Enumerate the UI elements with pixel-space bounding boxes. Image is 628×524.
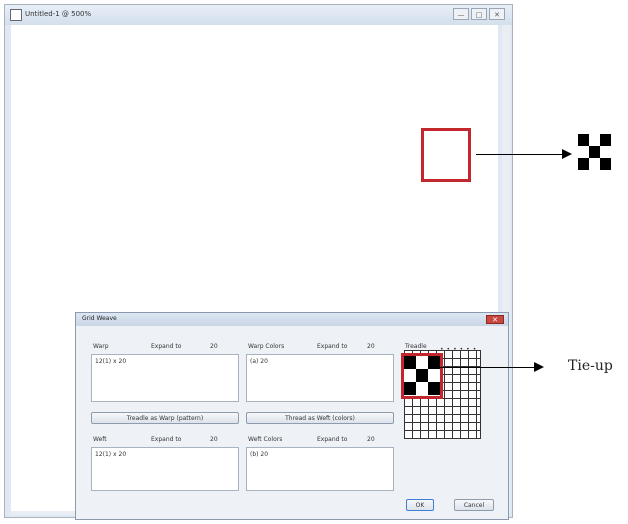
warp-expand-label: Expand to [151, 343, 182, 350]
weft-colors-expand-label: Expand to [317, 436, 348, 443]
tie-up-highlight [401, 353, 443, 399]
warp-colors-label: Warp Colors [248, 343, 285, 350]
pattern-highlight [421, 128, 471, 182]
tie-up-arrow-head-icon [534, 362, 544, 372]
tie-up-arrow-line [440, 367, 536, 368]
minimize-button[interactable]: — [453, 8, 469, 20]
dialog-title: Grid Weave [82, 315, 117, 322]
dialog-titlebar[interactable]: Grid Weave ✕ [76, 313, 508, 326]
treadle-as-warp-button[interactable]: Treadle as Warp (pattern) [91, 412, 239, 424]
document-icon [10, 9, 22, 21]
weft-colors-label: Weft Colors [248, 436, 283, 443]
warp-colors-expand-label: Expand to [317, 343, 348, 350]
tie-up-callout: Tie-up [568, 358, 613, 374]
zoomed-pattern [578, 134, 611, 170]
weft-expand-value[interactable]: 20 [210, 436, 218, 443]
weft-field[interactable]: 12(1) x 20 [91, 447, 239, 491]
dialog-close-button[interactable]: ✕ [486, 315, 504, 324]
warp-colors-value: (a) 20 [250, 358, 268, 365]
arrow-head-icon [562, 149, 572, 159]
thread-as-weft-button[interactable]: Thread as Weft (colors) [246, 412, 394, 424]
grid-top-markers: •••••• [440, 346, 480, 353]
weft-colors-expand-value[interactable]: 20 [367, 436, 375, 443]
ok-button[interactable]: OK [406, 499, 434, 511]
warp-value: 12(1) x 20 [95, 358, 127, 365]
warp-colors-expand-value[interactable]: 20 [367, 343, 375, 350]
weft-colors-field[interactable]: (b) 20 [246, 447, 394, 491]
window-titlebar[interactable]: Untitled-1 @ 500% — □ ✕ [5, 5, 512, 25]
weft-label: Weft [93, 436, 107, 443]
weft-colors-value: (b) 20 [250, 451, 269, 458]
close-button[interactable]: ✕ [489, 8, 505, 20]
weft-expand-label: Expand to [151, 436, 182, 443]
warp-expand-value[interactable]: 20 [210, 343, 218, 350]
cancel-button[interactable]: Cancel [454, 499, 494, 511]
weft-value: 12(1) x 20 [95, 451, 127, 458]
treadle-label: Treadle [405, 343, 427, 350]
arrow-line [476, 154, 564, 155]
window-title: Untitled-1 @ 500% [25, 10, 92, 18]
warp-label: Warp [93, 343, 109, 350]
maximize-button[interactable]: □ [471, 8, 487, 20]
warp-field[interactable]: 12(1) x 20 [91, 354, 239, 402]
warp-colors-field[interactable]: (a) 20 [246, 354, 394, 402]
